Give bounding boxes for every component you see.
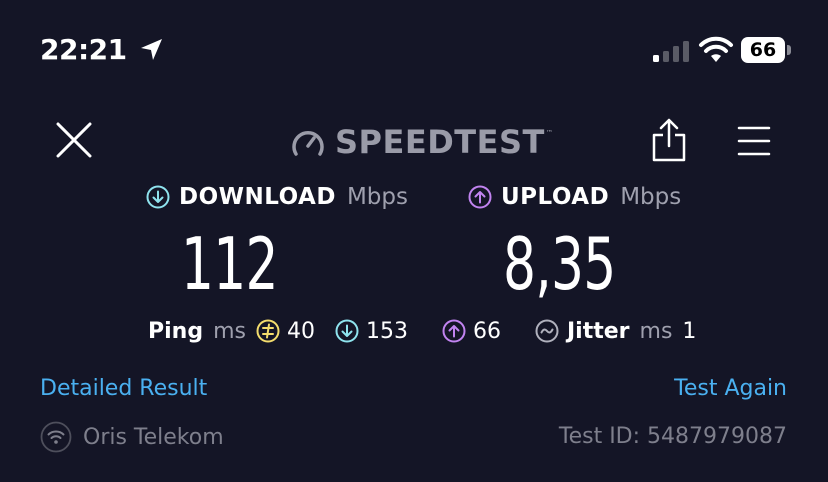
- battery-icon: 66: [741, 37, 793, 63]
- upload-value: 8,35: [503, 222, 616, 306]
- ping-label: Ping: [148, 318, 204, 344]
- idle-ping-icon: [256, 319, 280, 343]
- brand-trademark: ™: [545, 129, 553, 137]
- isp-info: Oris Telekom: [40, 420, 224, 454]
- detailed-result-link[interactable]: Detailed Result: [40, 374, 207, 404]
- upload-unit: Mbps: [620, 184, 682, 210]
- upload-arrow-icon: [468, 185, 492, 209]
- ping-upload-value: 66: [472, 318, 501, 344]
- brand-name: SPEEDTEST: [335, 123, 545, 161]
- cell-signal-icon: [653, 41, 689, 62]
- jitter-unit: ms: [639, 318, 673, 344]
- upload-arrow-icon: [442, 319, 466, 343]
- test-id: Test ID: 5487979087: [558, 424, 787, 449]
- download-header: DOWNLOAD Mbps: [146, 182, 408, 212]
- ping-row: Ping ms 40 153 66 Jitter ms 1: [148, 316, 696, 346]
- upload-label: UPLOAD: [501, 184, 610, 210]
- menu-icon[interactable]: [737, 124, 771, 158]
- ping-download-value: 153: [365, 318, 408, 344]
- battery-level: 66: [749, 39, 777, 61]
- download-value: 112: [181, 222, 279, 306]
- ping-idle-value: 40: [286, 318, 315, 344]
- download-label: DOWNLOAD: [179, 184, 336, 210]
- jitter-label: Jitter: [566, 318, 630, 344]
- ping-unit: ms: [213, 318, 246, 344]
- download-arrow-icon: [335, 319, 359, 343]
- speedometer-icon: [292, 131, 324, 156]
- speedtest-logo: SPEEDTEST ™: [291, 122, 553, 162]
- isp-name: Oris Telekom: [83, 424, 224, 450]
- upload-header: UPLOAD Mbps: [468, 182, 681, 212]
- close-icon[interactable]: [55, 121, 93, 159]
- download-unit: Mbps: [346, 184, 408, 210]
- location-arrow-icon: [141, 39, 162, 60]
- isp-wifi-icon: [40, 421, 72, 453]
- test-again-link[interactable]: Test Again: [674, 374, 787, 404]
- download-arrow-icon: [146, 185, 170, 209]
- jitter-icon: [535, 319, 559, 343]
- wifi-icon: [699, 36, 733, 62]
- status-time: 22:21: [40, 33, 127, 66]
- share-icon[interactable]: [650, 118, 688, 162]
- jitter-value: 1: [682, 318, 697, 344]
